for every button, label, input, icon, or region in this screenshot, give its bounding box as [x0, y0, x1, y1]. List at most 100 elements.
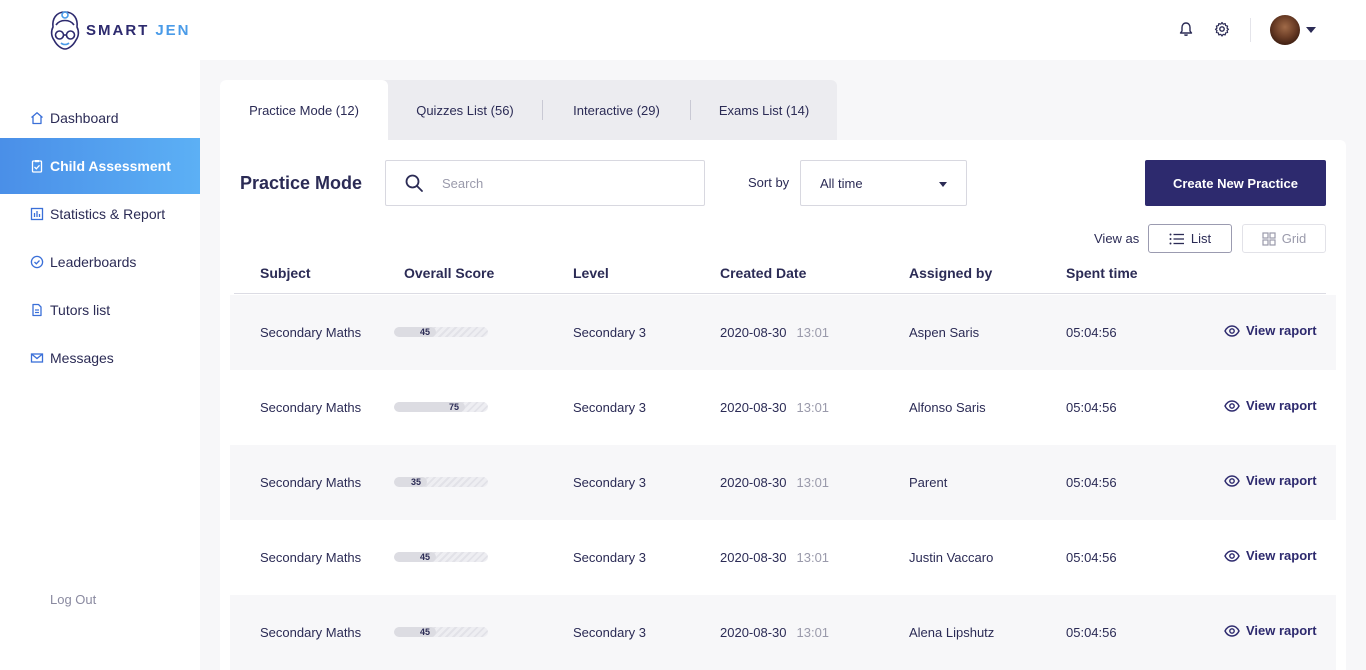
score-value: 45 — [420, 327, 431, 337]
tab-exams-list[interactable]: Exams List (14) — [691, 80, 837, 140]
time-text: 13:01 — [796, 400, 830, 415]
column-header-level[interactable]: Level — [573, 265, 609, 281]
sidebar-item-messages[interactable]: Messages — [0, 330, 200, 386]
column-header-assigned-by[interactable]: Assigned by — [909, 265, 992, 281]
home-icon — [30, 111, 44, 125]
date-text: 2020-08-30 — [720, 325, 787, 340]
chevron-down-icon[interactable] — [1306, 27, 1316, 33]
list-icon — [1169, 233, 1185, 245]
main-panel: Practice Mode Sort by All time Create Ne… — [220, 140, 1346, 670]
view-raport-label: View raport — [1246, 398, 1317, 413]
time-text: 13:01 — [796, 475, 830, 490]
brand-part-1: SMART — [86, 21, 150, 39]
tab-quizzes-list[interactable]: Quizzes List (56) — [388, 80, 542, 140]
date-text: 2020-08-30 — [720, 550, 787, 565]
level-cell: Secondary 3 — [573, 550, 646, 565]
search-input[interactable] — [442, 175, 682, 191]
eye-icon — [1224, 624, 1240, 637]
subject-cell: Secondary Maths — [260, 475, 362, 490]
eye-icon — [1224, 549, 1240, 562]
created-date-cell: 2020-08-30 13:01 — [720, 400, 829, 415]
dropdown-arrow-icon — [939, 182, 947, 187]
eye-icon — [1224, 324, 1240, 337]
table-row[interactable]: Secondary Maths 75 Secondary 3 2020-08-30 13… — [230, 370, 1336, 445]
view-raport-label: View raport — [1246, 323, 1317, 338]
tab-interactive[interactable]: Interactive (29) — [543, 80, 690, 140]
time-text: 13:01 — [796, 325, 830, 340]
logout-link[interactable]: Log Out — [50, 592, 96, 607]
brand-name: SMART JEN — [86, 22, 191, 39]
view-grid-button[interactable]: Grid — [1242, 224, 1326, 253]
level-cell: Secondary 3 — [573, 325, 646, 340]
time-text: 13:01 — [796, 550, 830, 565]
avatar[interactable] — [1270, 15, 1300, 45]
search-icon — [404, 173, 424, 193]
created-date-cell: 2020-08-30 13:01 — [720, 550, 829, 565]
chart-icon — [30, 207, 44, 221]
score-bar: 35 — [394, 477, 488, 487]
score-bar: 75 — [394, 402, 488, 412]
assigned-by-cell: Justin Vaccaro — [909, 550, 994, 565]
brand-part-2: JEN — [155, 21, 191, 39]
created-date-cell: 2020-08-30 13:01 — [720, 325, 829, 340]
score-bar: 45 — [394, 327, 488, 337]
spent-time-cell: 05:04:56 — [1066, 550, 1117, 565]
score-value: 45 — [420, 552, 431, 562]
table-row[interactable]: Secondary Maths 45 Secondary 3 2020-08-30 13… — [230, 595, 1336, 670]
page-title: Practice Mode — [240, 173, 363, 193]
subject-cell: Secondary Maths — [260, 325, 362, 340]
eye-icon — [1224, 474, 1240, 487]
clipboard-icon — [30, 159, 44, 173]
table-row[interactable]: Secondary Maths 45 Secondary 3 2020-08-30 13… — [230, 295, 1336, 370]
time-text: 13:01 — [796, 625, 830, 640]
view-raport-link[interactable]: View raport — [1224, 398, 1317, 413]
column-header-overall-score[interactable]: Overall Score — [404, 265, 494, 281]
create-new-practice-button[interactable]: Create New Practice — [1145, 160, 1326, 206]
date-text: 2020-08-30 — [720, 475, 787, 490]
level-cell: Secondary 3 — [573, 400, 646, 415]
column-header-spent-time[interactable]: Spent time — [1066, 265, 1138, 281]
spent-time-cell: 05:04:56 — [1066, 625, 1117, 640]
score-value: 75 — [449, 402, 460, 412]
created-date-cell: 2020-08-30 13:01 — [720, 475, 829, 490]
view-list-button[interactable]: List — [1148, 224, 1232, 253]
column-header-subject[interactable]: Subject — [260, 265, 311, 281]
tab-practice-mode[interactable]: Practice Mode (12) — [220, 80, 388, 140]
created-date-cell: 2020-08-30 13:01 — [720, 625, 829, 640]
logo-icon — [50, 11, 80, 50]
assigned-by-cell: Alfonso Saris — [909, 400, 986, 415]
view-raport-link[interactable]: View raport — [1224, 623, 1317, 638]
date-text: 2020-08-30 — [720, 625, 787, 640]
sort-value: All time — [820, 175, 863, 191]
search-box[interactable] — [385, 160, 705, 206]
column-header-created-date[interactable]: Created Date — [720, 265, 806, 281]
eye-icon — [1224, 399, 1240, 412]
logo[interactable]: SMART JEN — [48, 9, 191, 51]
view-raport-link[interactable]: View raport — [1224, 548, 1317, 563]
table-row[interactable]: Secondary Maths 45 Secondary 3 2020-08-30 13… — [230, 520, 1336, 595]
view-raport-label: View raport — [1246, 548, 1317, 563]
date-text: 2020-08-30 — [720, 400, 787, 415]
assigned-by-cell: Alena Lipshutz — [909, 625, 995, 640]
assigned-by-cell: Parent — [909, 475, 948, 490]
subject-cell: Secondary Maths — [260, 400, 362, 415]
view-raport-link[interactable]: View raport — [1224, 473, 1317, 488]
sidebar-item-label: Statistics & Report — [50, 206, 166, 222]
top-divider — [1250, 18, 1251, 42]
sort-select[interactable]: All time — [800, 160, 967, 206]
bell-icon[interactable] — [1177, 20, 1195, 38]
sidebar-item-label: Messages — [50, 350, 114, 366]
view-raport-label: View raport — [1246, 473, 1317, 488]
assigned-by-cell: Aspen Saris — [909, 325, 980, 340]
view-list-label: List — [1190, 231, 1212, 246]
spent-time-cell: 05:04:56 — [1066, 400, 1117, 415]
level-cell: Secondary 3 — [573, 625, 646, 640]
gear-icon[interactable] — [1213, 20, 1231, 38]
sidebar-item-label: Dashboard — [50, 110, 119, 126]
view-raport-link[interactable]: View raport — [1224, 323, 1317, 338]
spent-time-cell: 05:04:56 — [1066, 475, 1117, 490]
table-row[interactable]: Secondary Maths 35 Secondary 3 2020-08-30 13… — [230, 445, 1336, 520]
sidebar: Dashboard Child Assessment Statistics & … — [0, 60, 200, 670]
sidebar-item-label: Tutors list — [50, 302, 111, 318]
document-icon — [30, 303, 44, 317]
